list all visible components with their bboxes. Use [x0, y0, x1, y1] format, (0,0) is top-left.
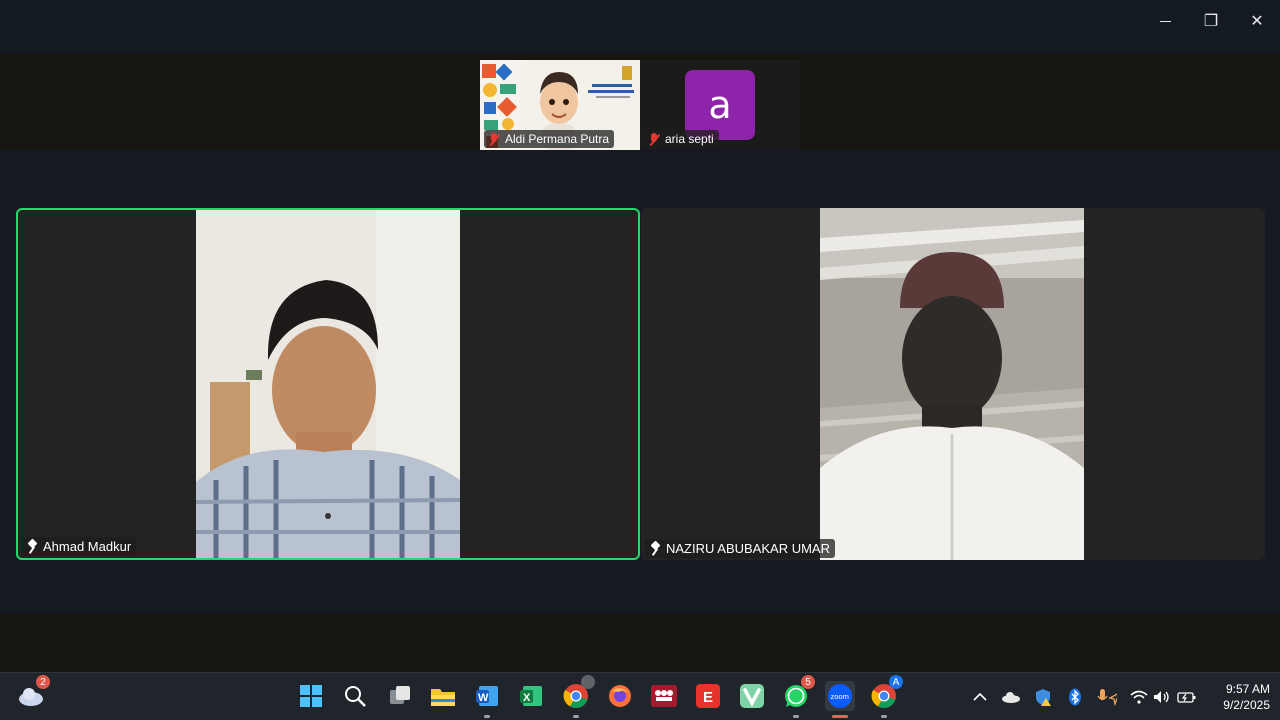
start-button[interactable]: [296, 681, 326, 711]
clock-time: 9:57 AM: [1225, 682, 1270, 696]
restore-button[interactable]: ❐: [1188, 6, 1234, 36]
pin-icon: [26, 540, 38, 554]
task-view-button[interactable]: [385, 681, 415, 711]
participant-name-tag: Aldi Permana Putra: [484, 130, 615, 148]
profile-badge: A: [889, 675, 903, 689]
running-indicator: [832, 715, 848, 718]
chrome-profile-app[interactable]: A: [869, 675, 903, 718]
svg-text:E: E: [703, 689, 713, 706]
onedrive-tray[interactable]: [1001, 687, 1021, 707]
zoom-icon: zoom: [828, 684, 852, 708]
participant-name-tag: NAZIRU ABUBAKAR UMAR: [645, 539, 835, 558]
search-button[interactable]: [340, 681, 370, 711]
bluetooth-tray[interactable]: [1065, 687, 1085, 707]
vivaldi-icon: [740, 684, 764, 708]
firefox-app[interactable]: [605, 681, 635, 711]
microphone-location-icon: [1097, 689, 1117, 706]
clock-date: 9/2/2025: [1223, 698, 1270, 712]
mendeley-icon: [651, 685, 677, 707]
svg-text:zoom: zoom: [831, 692, 849, 701]
restore-icon: ❐: [1203, 13, 1219, 30]
bluetooth-icon: [1069, 688, 1081, 706]
mic-muted-icon: [488, 132, 500, 146]
participant-thumbnail[interactable]: Aldi Permana Putra: [480, 60, 640, 150]
firefox-icon: [609, 685, 631, 707]
profile-badge: [581, 675, 595, 689]
minimize-button[interactable]: [1142, 6, 1188, 36]
excel-app[interactable]: X: [516, 681, 546, 711]
zoom-app[interactable]: zoom: [825, 681, 855, 718]
participant-name: NAZIRU ABUBAKAR UMAR: [666, 541, 830, 556]
word-icon: W: [476, 686, 498, 706]
svg-text:W: W: [478, 692, 489, 704]
speaker-icon: [1154, 691, 1169, 703]
word-app[interactable]: W: [472, 681, 502, 718]
chrome-app[interactable]: [561, 675, 595, 718]
notification-badge: 2: [36, 675, 50, 689]
participant-name-tag: Ahmad Madkur: [22, 537, 137, 556]
security-tray[interactable]: [1033, 687, 1053, 707]
vivaldi-app[interactable]: [737, 681, 767, 711]
close-button[interactable]: ✕: [1234, 6, 1280, 36]
participant-name-tag: aria septi: [644, 130, 719, 148]
pin-icon: [649, 542, 661, 556]
show-hidden-icons-button[interactable]: [970, 687, 990, 707]
participant-video: [820, 208, 1084, 560]
file-explorer-app[interactable]: [428, 681, 458, 711]
battery-tray[interactable]: [1177, 687, 1197, 707]
minimize-icon: [1159, 20, 1171, 22]
mic-muted-icon: [648, 132, 660, 146]
wifi-icon: [1130, 690, 1148, 704]
mendeley-app[interactable]: [649, 681, 679, 711]
video-tile[interactable]: NAZIRU ABUBAKAR UMAR: [641, 208, 1265, 560]
running-indicator: [881, 715, 887, 718]
running-indicator: [793, 715, 799, 718]
participant-name: Ahmad Madkur: [43, 539, 132, 554]
participant-thumbnail[interactable]: a aria septi: [640, 60, 800, 150]
svg-text:X: X: [523, 692, 531, 704]
onedrive-cloud-icon: [1002, 692, 1020, 703]
participant-video: [196, 210, 460, 558]
task-view-icon: [390, 686, 410, 704]
running-indicator: [484, 715, 490, 718]
shield-warning-icon: [1036, 689, 1051, 706]
e-app-icon: E: [696, 684, 720, 708]
folder-icon: [431, 689, 455, 706]
stage-footer-band: [0, 614, 1280, 672]
excel-icon: X: [520, 686, 542, 706]
battery-charging-icon: [1177, 692, 1196, 703]
search-icon: [345, 686, 366, 707]
meeting-stage: Aldi Permana Putra a aria septi Ahmad Ma…: [0, 44, 1280, 672]
video-tile-active-speaker[interactable]: Ahmad Madkur: [16, 208, 640, 560]
participant-name: Aldi Permana Putra: [505, 132, 610, 146]
windows-logo-icon: [300, 685, 322, 707]
wifi-tray[interactable]: [1129, 687, 1149, 707]
microphone-tray[interactable]: [1097, 687, 1117, 707]
running-indicator: [573, 715, 579, 718]
windows-taskbar: 2 W X E 5 zoom A 9:57 AM 9/2/2025: [0, 672, 1280, 720]
notification-badge: 5: [801, 675, 815, 689]
volume-tray[interactable]: [1152, 687, 1172, 707]
window-title-bar: ❐ ✕: [0, 0, 1280, 44]
close-icon: ✕: [1250, 13, 1264, 30]
participant-name: aria septi: [665, 132, 714, 146]
weather-widget[interactable]: 2: [16, 675, 50, 711]
chevron-up-icon: [973, 692, 987, 701]
taskbar-clock[interactable]: 9:57 AM 9/2/2025: [1204, 681, 1270, 713]
whatsapp-app[interactable]: 5: [781, 675, 815, 718]
e-app[interactable]: E: [693, 681, 723, 711]
